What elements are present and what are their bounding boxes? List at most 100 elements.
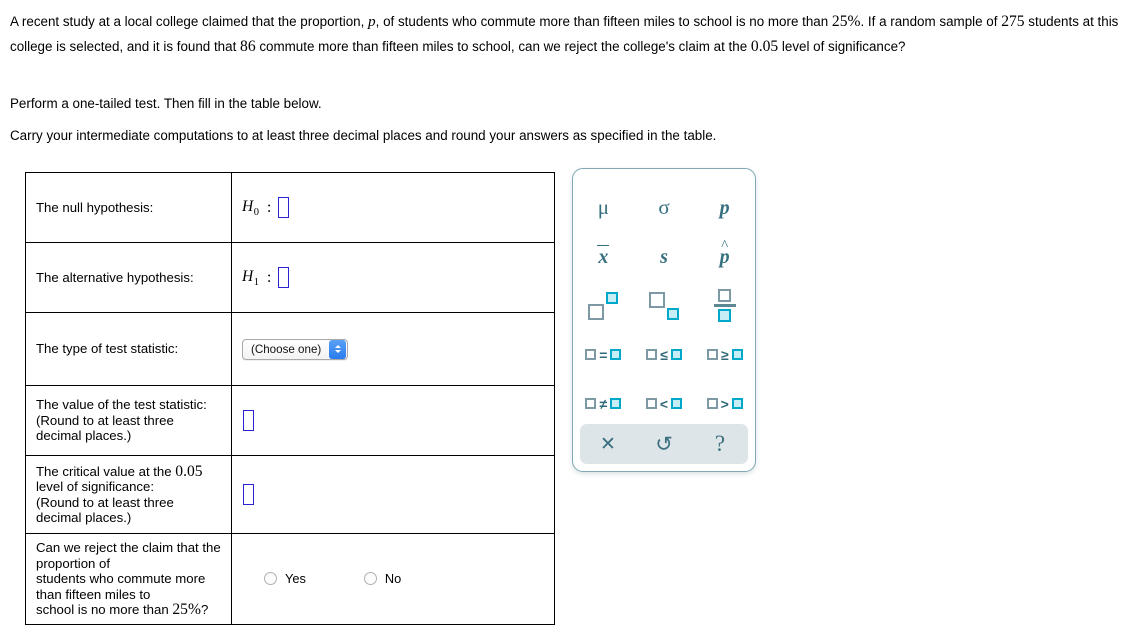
table-row-critical-value: The critical value at the 0.05 level of … bbox=[25, 455, 555, 534]
cell-value-test-statistic-value bbox=[231, 385, 555, 456]
palette-equals-button[interactable]: = bbox=[573, 330, 634, 379]
cell-value-null-hypothesis: H0 : bbox=[231, 172, 555, 243]
label-critical-value-alpha: 0.05 bbox=[175, 462, 203, 480]
statement-text-a: A recent study at a local college claime… bbox=[10, 14, 369, 29]
palette-sigma-button[interactable]: σ bbox=[634, 183, 695, 232]
statement-successes: 86 bbox=[240, 38, 256, 55]
alternative-hypothesis-subscript: 1 bbox=[253, 276, 259, 288]
box-equals-box-icon: = bbox=[585, 347, 622, 363]
null-hypothesis-symbol: H0 bbox=[242, 197, 259, 218]
cell-label-critical-value: The critical value at the 0.05 level of … bbox=[25, 455, 232, 534]
cell-label-test-statistic-value: The value of the test statistic: (Round … bbox=[25, 385, 232, 456]
cell-value-alternative-hypothesis: H1 : bbox=[231, 242, 555, 313]
instruction-rounding: Carry your intermediate computations to … bbox=[10, 128, 717, 143]
palette-p-hat-button[interactable]: ^ p bbox=[694, 232, 755, 281]
label-conclusion-line2: students who commute more than fifteen m… bbox=[36, 571, 206, 602]
palette-greater-than-button[interactable]: > bbox=[694, 379, 755, 428]
palette-x-bar-button[interactable]: x bbox=[573, 232, 634, 281]
null-hypothesis-input[interactable] bbox=[278, 197, 290, 218]
palette-mu-button[interactable]: μ bbox=[573, 183, 634, 232]
palette-row-5: ≠ < > bbox=[573, 379, 755, 428]
palette-greater-equal-button[interactable]: ≥ bbox=[694, 330, 755, 379]
test-statistic-type-select-value: (Choose one) bbox=[251, 342, 322, 356]
alternative-hypothesis-colon: : bbox=[266, 268, 272, 286]
label-null-hypothesis: The null hypothesis: bbox=[36, 199, 154, 215]
label-critical-value-line1a: The critical value at the bbox=[36, 463, 176, 479]
statement-alpha: 0.05 bbox=[750, 38, 779, 55]
box-less-equal-box-icon: ≤ bbox=[646, 347, 682, 363]
instruction-one-tailed: Perform a one-tailed test. Then fill in … bbox=[10, 96, 322, 111]
cell-label-conclusion: Can we reject the claim that the proport… bbox=[25, 533, 232, 625]
problem-statement: A recent study at a local college claime… bbox=[10, 9, 1140, 59]
statement-text-g: level of significance? bbox=[778, 39, 906, 54]
label-critical-value-line4: decimal places.) bbox=[36, 510, 132, 525]
palette-row-3 bbox=[573, 281, 755, 330]
palette-row-4: = ≤ ≥ bbox=[573, 330, 755, 379]
label-test-statistic-type: The type of test statistic: bbox=[36, 341, 179, 357]
cell-label-alternative-hypothesis: The alternative hypothesis: bbox=[25, 242, 232, 313]
statement-var-p: p bbox=[368, 13, 376, 30]
palette-not-equal-button[interactable]: ≠ bbox=[573, 379, 634, 428]
label-conclusion-percent: 25% bbox=[172, 601, 201, 618]
palette-less-equal-button[interactable]: ≤ bbox=[634, 330, 695, 379]
statement-percent: 25% bbox=[831, 13, 861, 30]
x-bar-icon: x bbox=[597, 244, 610, 268]
mu-icon: μ bbox=[597, 195, 609, 219]
cell-value-critical-value bbox=[231, 455, 555, 534]
palette-fraction-button[interactable] bbox=[694, 281, 755, 330]
palette-less-than-button[interactable]: < bbox=[634, 379, 695, 428]
statement-text-d: sample of bbox=[939, 14, 1002, 29]
statement-text-b: , of students who commute more than fift… bbox=[375, 14, 832, 29]
radio-label-yes: Yes bbox=[285, 571, 306, 587]
palette-row-2: x s ^ p bbox=[573, 232, 755, 281]
problem-page: A recent study at a local college claime… bbox=[0, 0, 1148, 625]
table-row-conclusion: Can we reject the claim that the proport… bbox=[25, 533, 555, 625]
table-row-null-hypothesis: The null hypothesis: H0 : bbox=[25, 172, 555, 243]
label-conclusion-line1: Can we reject the claim that the proport… bbox=[36, 540, 221, 571]
palette-subscript-button[interactable] bbox=[634, 281, 695, 330]
math-symbol-palette: μ σ p x s ^ p = ≤ ≥ ≠ < > ✕ ↺ ? bbox=[572, 168, 756, 472]
p-icon: p bbox=[719, 196, 730, 219]
alternative-hypothesis-input[interactable] bbox=[278, 267, 290, 288]
palette-row-1: μ σ p bbox=[573, 183, 755, 232]
palette-p-button[interactable]: p bbox=[694, 183, 755, 232]
radio-option-yes[interactable]: Yes bbox=[264, 571, 306, 586]
critical-value-input[interactable] bbox=[243, 484, 254, 505]
palette-s-button[interactable]: s bbox=[634, 232, 695, 281]
cell-value-test-statistic-type: (Choose one) bbox=[231, 312, 555, 386]
null-hypothesis-colon: : bbox=[266, 198, 272, 216]
test-statistic-type-select[interactable]: (Choose one) bbox=[242, 338, 349, 360]
box-subscript-icon bbox=[649, 291, 679, 320]
label-critical-value-line2: level of significance: bbox=[36, 479, 155, 494]
palette-clear-button[interactable]: ✕ bbox=[580, 433, 636, 456]
cell-label-null-hypothesis: The null hypothesis: bbox=[25, 172, 232, 243]
sigma-icon: σ bbox=[658, 195, 670, 219]
cell-value-conclusion: Yes No bbox=[231, 533, 555, 625]
palette-undo-button[interactable]: ↺ bbox=[636, 432, 692, 456]
conclusion-radio-group: Yes No bbox=[232, 571, 554, 586]
cell-label-test-statistic-type: The type of test statistic: bbox=[25, 312, 232, 386]
box-fraction-icon bbox=[713, 288, 736, 323]
label-test-statistic-value-line2: (Round to at least three bbox=[36, 412, 174, 428]
table-row-test-statistic-value: The value of the test statistic: (Round … bbox=[25, 385, 555, 456]
table-row-alternative-hypothesis: The alternative hypothesis: H1 : bbox=[25, 242, 555, 313]
palette-action-bar: ✕ ↺ ? bbox=[580, 424, 748, 464]
box-superscript-icon bbox=[588, 291, 619, 320]
palette-symbol-grid: μ σ p x s ^ p = ≤ ≥ ≠ < > bbox=[573, 169, 755, 428]
palette-superscript-button[interactable] bbox=[573, 281, 634, 330]
radio-option-no[interactable]: No bbox=[363, 571, 401, 586]
box-greater-than-box-icon: > bbox=[706, 396, 743, 412]
table-row-test-statistic-type: The type of test statistic: (Choose one) bbox=[25, 312, 555, 386]
statement-text-c: . If a random bbox=[860, 14, 936, 29]
palette-help-button[interactable]: ? bbox=[692, 431, 748, 457]
alternative-hypothesis-symbol: H1 bbox=[242, 267, 259, 288]
radio-circle-yes[interactable] bbox=[264, 572, 277, 586]
test-statistic-value-input[interactable] bbox=[243, 410, 254, 431]
radio-circle-no[interactable] bbox=[363, 572, 377, 586]
hypothesis-test-table: The null hypothesis: H0 : The alternativ… bbox=[25, 172, 555, 625]
label-alternative-hypothesis: The alternative hypothesis: bbox=[36, 269, 194, 285]
p-hat-icon: ^ p bbox=[719, 237, 730, 268]
label-test-statistic-value-line1: The value of the test statistic: bbox=[36, 397, 207, 413]
label-critical-value-line3: (Round to at least three bbox=[36, 494, 174, 510]
statement-text-f: commute more than fifteen miles to schoo… bbox=[255, 39, 748, 54]
